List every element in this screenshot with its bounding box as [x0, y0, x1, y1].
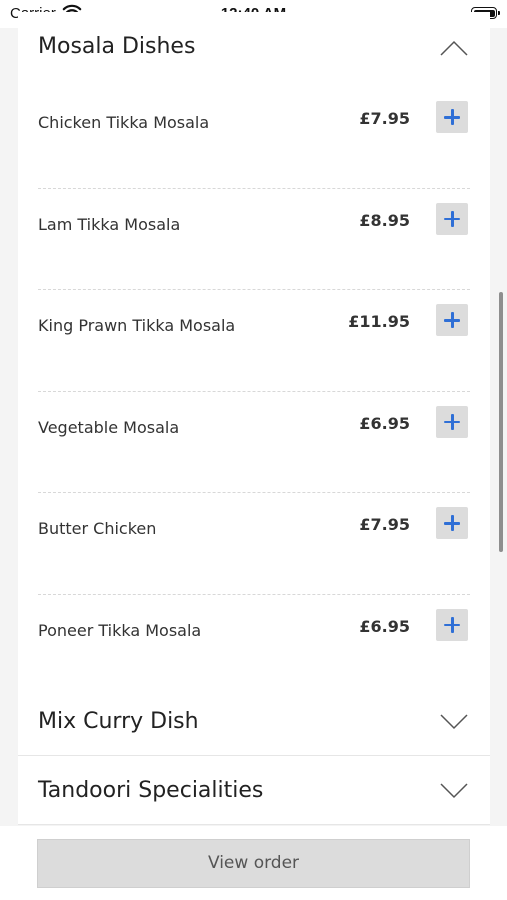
add-to-order-button[interactable] [436, 304, 468, 336]
add-to-order-button[interactable] [436, 202, 468, 235]
section-header-mix-curry-dish[interactable]: Mix Curry Dish [18, 687, 490, 756]
add-to-order-button[interactable] [436, 405, 468, 438]
dish-price: £8.95 [359, 210, 410, 230]
section-title: Mix Curry Dish [38, 709, 199, 734]
dish-name: Lam Tikka Mosala [38, 214, 181, 234]
dish-price: £11.95 [348, 312, 410, 331]
dish-price: £6.95 [359, 616, 410, 636]
section-title: Mosala Dishes [38, 34, 196, 59]
list-item: Vegetable Mosala £6.95 [38, 392, 470, 493]
chevron-down-icon[interactable] [440, 783, 468, 803]
list-item: Chicken Tikka Mosala £7.95 [38, 87, 470, 189]
dish-price: £7.95 [359, 109, 410, 128]
dish-name: Vegetable Mosala [38, 417, 180, 437]
dish-price: £7.95 [359, 515, 410, 534]
chevron-up-icon[interactable] [440, 40, 468, 60]
section-header-tandoori-specialities[interactable]: Tandoori Specialities [18, 756, 490, 825]
list-item: Butter Chicken £7.95 [38, 493, 470, 595]
add-to-order-button[interactable] [436, 101, 468, 133]
section-title: Tandoori Specialities [38, 778, 264, 803]
dish-price: £6.95 [359, 413, 410, 433]
add-to-order-button[interactable] [436, 608, 468, 641]
scrollbar[interactable] [499, 292, 503, 552]
menu-card: Mosala Dishes Chicken Tikka Mosala £7.95… [18, 12, 490, 825]
list-item: Lam Tikka Mosala £8.95 [38, 189, 470, 290]
list-item: Poneer Tikka Mosala £6.95 [18, 595, 490, 696]
dish-name: King Prawn Tikka Mosala [38, 316, 236, 335]
dish-name: Chicken Tikka Mosala [38, 113, 210, 132]
view-order-button[interactable]: View order [37, 839, 470, 888]
dish-name: Poneer Tikka Mosala [38, 620, 202, 640]
add-to-order-button[interactable] [436, 507, 468, 539]
dish-name: Butter Chicken [38, 519, 157, 538]
list-item: King Prawn Tikka Mosala £11.95 [38, 290, 470, 392]
chevron-down-icon[interactable] [440, 714, 468, 734]
dish-list: Chicken Tikka Mosala £7.95 Lam Tikka Mos… [18, 87, 490, 696]
bottom-bar: View order [0, 826, 507, 900]
section-header-mosala-dishes[interactable]: Mosala Dishes [18, 12, 490, 87]
